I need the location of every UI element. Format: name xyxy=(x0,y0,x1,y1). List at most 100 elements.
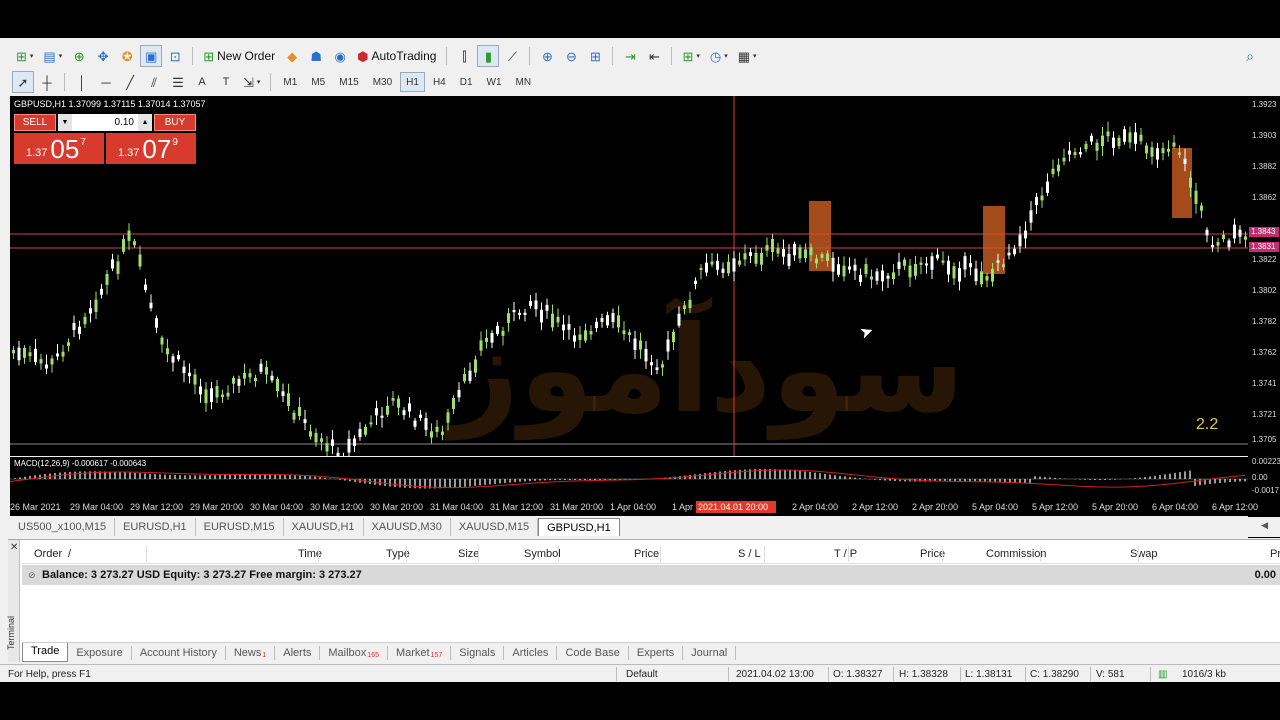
terminal-tab-articles[interactable]: Articles xyxy=(504,645,558,660)
lot-decrease-icon[interactable]: ▼ xyxy=(58,114,72,131)
candle xyxy=(177,350,180,362)
terminal-tab-market[interactable]: Market 157 xyxy=(388,645,452,660)
column-header[interactable]: Swap xyxy=(1130,548,1158,560)
chart-tab[interactable]: EURUSD,H1 xyxy=(115,518,196,536)
terminal-tab-news[interactable]: News 1 xyxy=(226,645,276,660)
lot-increase-icon[interactable]: ▲ xyxy=(138,114,152,131)
buy-button[interactable]: BUY xyxy=(154,114,196,131)
column-header[interactable]: Price xyxy=(634,548,659,560)
macd-indicator-window[interactable]: MACD(12,26,9) -0.000617 -0.000643 xyxy=(10,457,1248,499)
candlestick-button[interactable]: ▮ xyxy=(477,45,500,67)
candle xyxy=(859,268,862,286)
buy-price-display[interactable]: 1.37 07 9 xyxy=(106,133,196,164)
chart-tab[interactable]: US500_x100,M15 xyxy=(10,518,116,536)
chart-tab[interactable]: XAUUSD,M30 xyxy=(364,518,451,536)
strategy-tester-button[interactable]: ⊡ xyxy=(164,45,186,67)
indicators-button[interactable]: ⊞ ▾ xyxy=(678,45,703,67)
column-header[interactable]: / xyxy=(68,548,71,560)
navigator-button[interactable]: ✥ xyxy=(92,45,114,67)
candle-body xyxy=(1161,148,1165,154)
scroll-left-icon[interactable]: ◀ xyxy=(1261,520,1268,531)
timeframe-h1-button[interactable]: H1 xyxy=(400,72,425,92)
shapes-button[interactable]: ⇲ ▾ xyxy=(239,71,264,93)
chart-tab[interactable]: GBPUSD,H1 xyxy=(538,518,620,536)
timeframe-m5-button[interactable]: M5 xyxy=(305,72,331,92)
candle xyxy=(408,397,411,418)
text-tool-button[interactable]: A xyxy=(191,71,213,93)
sell-button[interactable]: SELL xyxy=(14,114,56,131)
column-header[interactable]: Size xyxy=(458,548,479,560)
chart-tab[interactable]: XAUUSD,M15 xyxy=(451,518,539,536)
trendline-button[interactable]: ╱ xyxy=(119,71,141,93)
timeframe-m1-button[interactable]: M1 xyxy=(277,72,303,92)
time-axis[interactable]: 26 Mar 2021 29 Mar 04:00 29 Mar 12:00 29 Ma… xyxy=(10,499,1258,516)
candle-body xyxy=(171,356,175,363)
line-chart-button[interactable]: ⟋ xyxy=(501,45,523,67)
candle xyxy=(600,313,604,328)
timeframe-h4-button[interactable]: H4 xyxy=(427,72,452,92)
templates-button[interactable]: ▦ ▾ xyxy=(734,45,761,67)
data-window-button[interactable]: ✪ xyxy=(116,45,138,67)
periods-button[interactable]: ◷ ▾ xyxy=(706,45,732,67)
timeframe-d1-button[interactable]: D1 xyxy=(454,72,479,92)
column-header[interactable]: T / P xyxy=(834,548,857,560)
profiles-button[interactable]: ▤ ▾ xyxy=(39,45,66,67)
terminal-tab-mailbox[interactable]: Mailbox 165 xyxy=(320,645,388,660)
terminal-tab-journal[interactable]: Journal xyxy=(683,645,737,660)
candle xyxy=(309,424,312,440)
column-header[interactable]: Symbol xyxy=(524,548,561,560)
zoom-in-button[interactable]: ⊕ xyxy=(536,45,558,67)
search-icon[interactable]: ⌕ xyxy=(1246,48,1254,65)
tile-windows-button[interactable]: ⊞ xyxy=(584,45,606,67)
terminal-tab-alerts[interactable]: Alerts xyxy=(275,645,321,660)
chart-tab[interactable]: XAUUSD,H1 xyxy=(284,518,364,536)
terminal-tab-code-base[interactable]: Code Base xyxy=(557,645,629,660)
timeframe-mn-button[interactable]: MN xyxy=(510,72,538,92)
signals-button[interactable]: ☗ xyxy=(305,45,327,67)
chart-shift-button[interactable]: ⇤ xyxy=(643,45,665,67)
terminal-tab-exposure[interactable]: Exposure xyxy=(68,645,132,660)
autotrading-button[interactable]: ⬢ AutoTrading xyxy=(353,45,440,67)
terminal-toggle-button[interactable]: ▣ xyxy=(140,45,163,67)
equidistant-channel-button[interactable]: ⫽ xyxy=(143,71,165,93)
status-profile[interactable]: Default xyxy=(626,669,658,680)
timeframe-w1-button[interactable]: W1 xyxy=(481,72,508,92)
market-watch-button[interactable]: ⊕ xyxy=(68,45,90,67)
sell-price-display[interactable]: 1.37 05 7 xyxy=(14,133,104,164)
terminal-tab-experts[interactable]: Experts xyxy=(629,645,684,660)
terminal-tab-account-history[interactable]: Account History xyxy=(132,645,226,660)
crosshair-tool-button[interactable]: ┼ xyxy=(36,71,58,93)
price-axis[interactable]: 1.3923 1.3903 1.3882 1.3862 1.3822 1.3802 1.37… xyxy=(1248,96,1280,538)
vertical-line-button[interactable]: │ xyxy=(71,71,93,93)
chart-tab[interactable]: EURUSD,M15 xyxy=(196,518,284,536)
timeframe-m15-button[interactable]: M15 xyxy=(333,72,364,92)
auto-scroll-button[interactable]: ⇥ xyxy=(619,45,641,67)
new-chart-button[interactable]: ⊞ ▾ xyxy=(12,45,37,67)
close-icon[interactable]: ✕ xyxy=(10,542,18,553)
horizontal-line-button[interactable]: ─ xyxy=(95,71,117,93)
price-chart[interactable]: سودآموز GBPUSD,H1 1.37099 1.37115 1.3701… xyxy=(10,96,1280,456)
time-label: 1 Apr 04:00 xyxy=(610,502,657,512)
candle-body xyxy=(600,317,604,322)
candle xyxy=(287,383,290,411)
text-label-button[interactable]: T xyxy=(215,71,237,93)
column-header[interactable]: Profi xyxy=(1270,548,1280,560)
column-header[interactable]: Order xyxy=(34,548,62,560)
fibonacci-button[interactable]: ☰ xyxy=(167,71,189,93)
candle-body xyxy=(83,316,87,325)
vps-button[interactable]: ◉ xyxy=(329,45,351,67)
column-header[interactable]: S / L xyxy=(738,548,761,560)
bar-chart-button[interactable]: ⫿ xyxy=(453,45,475,67)
cursor-tool-button[interactable]: ➚ xyxy=(12,71,34,93)
candle-body xyxy=(1145,145,1148,154)
candle-body xyxy=(138,254,142,267)
new-order-button[interactable]: ⊞ New Order xyxy=(199,45,279,67)
column-header[interactable]: Commission xyxy=(986,548,1047,560)
lot-size-input[interactable]: ▼ 0.10 ▲ xyxy=(58,114,152,131)
terminal-tab-signals[interactable]: Signals xyxy=(451,645,505,660)
zoom-out-button[interactable]: ⊖ xyxy=(560,45,582,67)
metaeditor-button[interactable]: ◆ xyxy=(281,45,303,67)
timeframe-m30-button[interactable]: M30 xyxy=(367,72,398,92)
balance-row[interactable]: ⊘ Balance: 3 273.27 USD Equity: 3 273.27… xyxy=(22,565,1280,585)
terminal-tab-trade[interactable]: Trade xyxy=(22,643,69,662)
